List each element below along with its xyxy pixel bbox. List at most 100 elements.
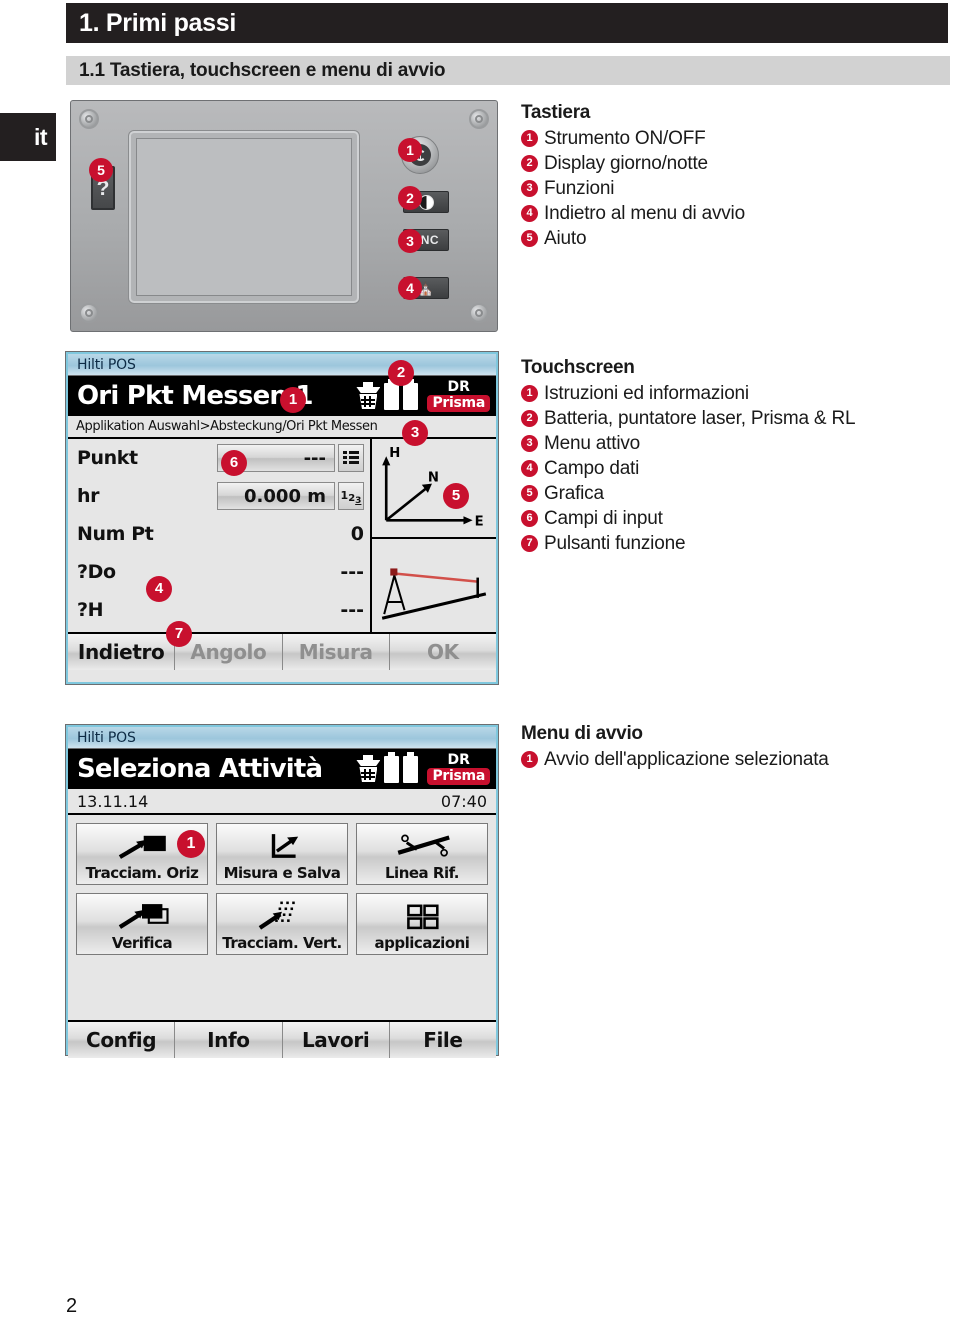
softkey-indietro[interactable]: Indietro: [68, 634, 176, 670]
function-buttons: Config Info Lavori File: [68, 1020, 496, 1058]
battery-icon-1: [384, 751, 400, 783]
legend-label: Batteria, puntatore laser, Prisma & RL: [544, 408, 856, 429]
hr-input[interactable]: 0.000 m 123: [217, 482, 364, 510]
legend-number: 3: [521, 180, 538, 197]
softkey-info[interactable]: Info: [175, 1022, 283, 1058]
date-time-bar: 13.11.14 07:40: [68, 789, 496, 815]
start-menu-figure: Hilti POS Seleziona Attività DR Prisma 1…: [66, 725, 498, 1058]
mode-dr-label: DR: [447, 752, 470, 768]
softkey-file[interactable]: File: [389, 1022, 496, 1058]
legend-number: 5: [521, 230, 538, 247]
callout-badge-4: 4: [398, 276, 422, 300]
tile-row: Verifica Tracciam. Vert. applicazioni: [76, 893, 488, 955]
legend-label: Grafica: [544, 483, 604, 504]
tile-misura-e-salva[interactable]: Misura e Salva: [216, 823, 348, 885]
chapter-title-bar: 1. Primi passi: [66, 3, 948, 43]
svg-text:N: N: [428, 471, 439, 486]
softkey-config[interactable]: Config: [68, 1022, 176, 1058]
tile-row: Tracciam. Oriz Misura e Salva Linea Rif.: [76, 823, 488, 885]
laser-pointer-icon: [356, 755, 380, 783]
pos-header: Seleziona Attività DR Prisma: [68, 749, 496, 789]
legend-number: 7: [521, 535, 538, 552]
callout-badge-5: 5: [443, 483, 469, 509]
list-icon: [343, 451, 359, 465]
screw-icon-bottom-left: [79, 303, 99, 323]
softkey-lavori[interactable]: Lavori: [282, 1022, 390, 1058]
legend-label: Aiuto: [544, 228, 587, 249]
screen-title: Ori Pkt Messen 1: [77, 381, 313, 411]
mode-dr-label: DR: [447, 379, 470, 395]
field-label: hr: [77, 485, 100, 507]
numeric-keypad-button[interactable]: 123: [338, 482, 364, 510]
target-mode-badge: DR Prisma: [427, 380, 490, 412]
field-value: 0: [350, 523, 364, 545]
legend-number: 2: [521, 410, 538, 427]
hr-input-value[interactable]: 0.000 m: [217, 482, 335, 510]
keyboard-legend: Tastiera 1 Strumento ON/OFF 2 Display gi…: [521, 101, 921, 251]
tile-applicazioni[interactable]: applicazioni: [356, 893, 488, 955]
tile-tracciam-vert[interactable]: Tracciam. Vert.: [216, 893, 348, 955]
softkey-misura[interactable]: Misura: [282, 634, 390, 670]
start-menu-legend-title: Menu di avvio: [521, 723, 643, 744]
mode-prisma-label: Prisma: [427, 768, 490, 785]
callout-badge-1: 1: [398, 138, 422, 162]
field-label: Num Pt: [77, 523, 154, 545]
callout-badge-1: 1: [177, 830, 205, 858]
legend-number: 4: [521, 460, 538, 477]
screw-icon-top-left: [79, 109, 99, 129]
arrow-to-dot-grid-icon: [217, 899, 347, 933]
tile-linea-rif[interactable]: Linea Rif.: [356, 823, 488, 885]
softkey-angolo[interactable]: Angolo: [175, 634, 283, 670]
softkey-ok[interactable]: OK: [389, 634, 496, 670]
section-title: 1.1 Tastiera, touchscreen e menu di avvi…: [79, 60, 446, 81]
list-picker-button[interactable]: [338, 444, 364, 472]
arrow-to-outline-square-icon: [77, 899, 207, 933]
page-number: 2: [66, 1295, 78, 1317]
graphics-area: H N E: [370, 439, 496, 632]
data-row-hr: hr 0.000 m 123: [68, 477, 370, 515]
legend-label: Istruzioni ed informazioni: [544, 383, 749, 404]
legend-item: 4 Indietro al menu di avvio: [521, 201, 921, 226]
callout-badge-1: 1: [280, 387, 306, 413]
legend-number: 6: [521, 510, 538, 527]
data-field-area: Punkt --- hr 0.000 m 123 Num Pt 0 ?Do --…: [68, 439, 370, 632]
app-name: Hilti POS: [77, 356, 136, 373]
callout-badge-3: 3: [402, 420, 428, 446]
legend-item: 7 Pulsanti funzione: [521, 531, 921, 556]
legend-item: 1 Avvio dell'applicazione selezionata: [521, 747, 921, 772]
language-tab: it: [0, 113, 56, 161]
legend-label: Strumento ON/OFF: [544, 128, 706, 149]
tile-label: applicazioni: [374, 934, 470, 952]
legend-item: 5 Grafica: [521, 481, 921, 506]
graphics-axes-cell: H N E: [372, 439, 496, 537]
legend-item: 2 Batteria, puntatore laser, Prisma & RL: [521, 406, 921, 431]
data-row-numpt: Num Pt 0: [68, 515, 370, 553]
legend-label: Avvio dell'applicazione selezionata: [544, 749, 829, 770]
tile-label: Misura e Salva: [223, 864, 341, 882]
legend-item: 1 Istruzioni ed informazioni: [521, 381, 921, 406]
tile-verifica[interactable]: Verifica: [76, 893, 208, 955]
chapter-title: 1. Primi passi: [79, 9, 236, 37]
field-value: ---: [340, 599, 364, 621]
legend-number: 4: [521, 205, 538, 222]
legend-label: Display giorno/notte: [544, 153, 708, 174]
screen-title: Seleziona Attività: [77, 754, 323, 784]
start-menu-legend: Menu di avvio 1 Avvio dell'applicazione …: [521, 722, 921, 772]
app-name: Hilti POS: [77, 729, 136, 746]
reference-line-icon: [357, 829, 487, 863]
callout-badge-4: 4: [146, 576, 172, 602]
target-mode-badge: DR Prisma: [427, 753, 490, 785]
legend-item: 2 Display giorno/notte: [521, 151, 921, 176]
callout-badge-2: 2: [398, 186, 422, 210]
tile-label: Linea Rif.: [385, 864, 460, 882]
touchscreen-legend-title: Touchscreen: [521, 357, 635, 378]
status-icons: DR Prisma: [356, 751, 490, 785]
legend-label: Campi di input: [544, 508, 663, 529]
callout-badge-6: 6: [221, 450, 247, 476]
field-label: ?Do: [77, 561, 116, 583]
svg-text:E: E: [475, 514, 484, 529]
status-icons: DR Prisma: [356, 378, 490, 412]
section-title-bar: 1.1 Tastiera, touchscreen e menu di avvi…: [66, 56, 950, 85]
field-label: ?H: [77, 599, 104, 621]
data-row-h: ?H ---: [68, 591, 370, 629]
